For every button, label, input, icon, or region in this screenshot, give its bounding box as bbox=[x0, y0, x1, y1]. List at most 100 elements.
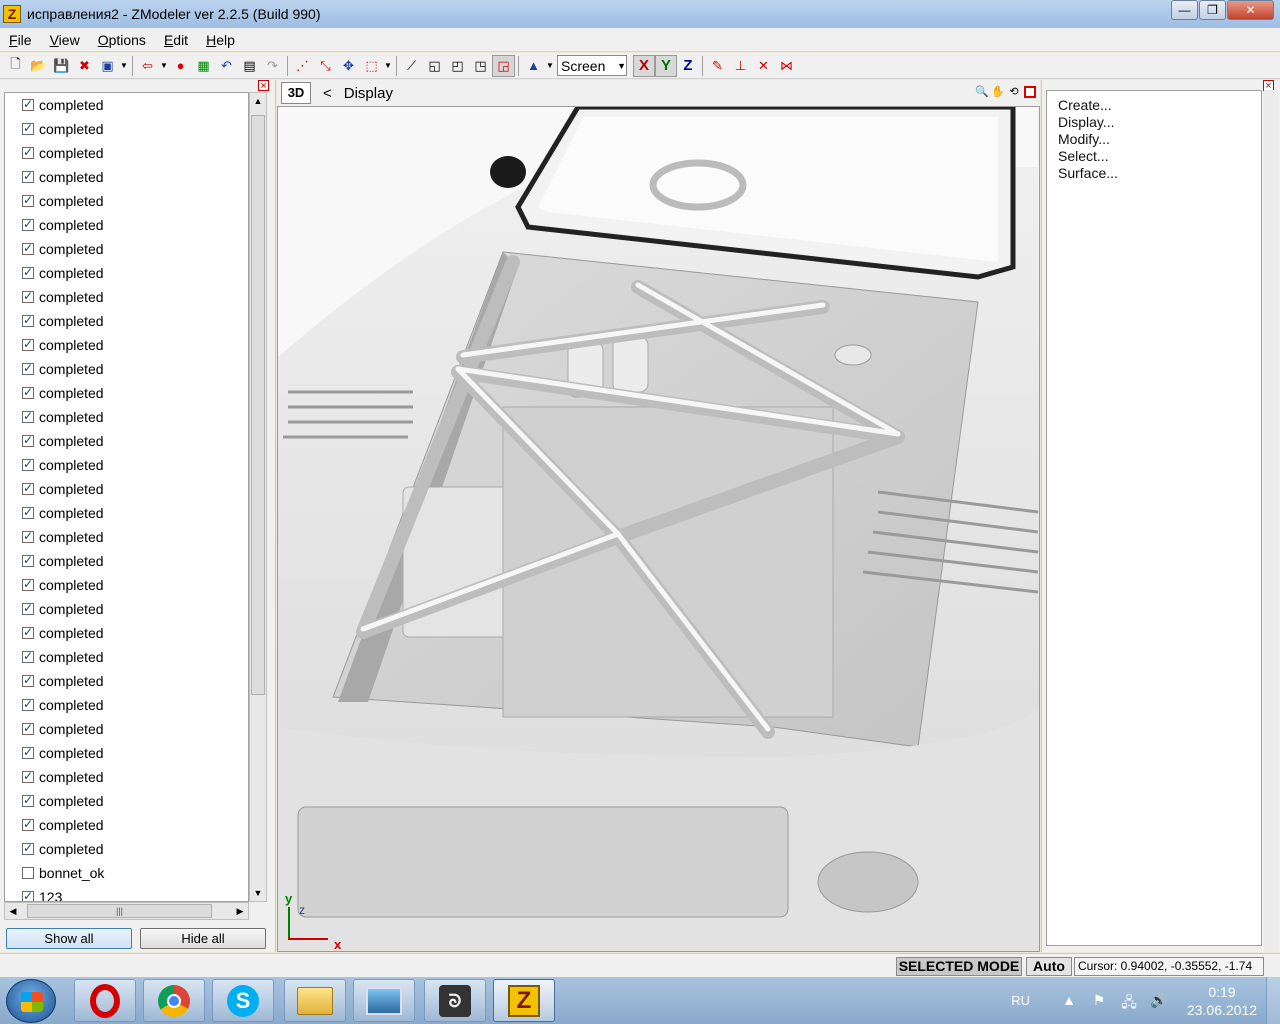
rotate-view-icon[interactable]: ⟲ bbox=[1006, 84, 1022, 100]
list-item[interactable]: completed bbox=[5, 429, 248, 453]
list-item[interactable]: completed bbox=[5, 213, 248, 237]
group-mode-icon[interactable]: ◳ bbox=[469, 55, 492, 77]
scroll-up-icon[interactable]: ▲ bbox=[250, 93, 266, 109]
list-item[interactable]: completed bbox=[5, 765, 248, 789]
delete-icon[interactable]: ✖ bbox=[73, 55, 96, 77]
command-select[interactable]: Select... bbox=[1047, 148, 1261, 165]
close-panel-icon[interactable]: × bbox=[258, 80, 269, 92]
command-display[interactable]: Display... bbox=[1047, 114, 1261, 131]
maximize-viewport-icon[interactable] bbox=[1024, 86, 1036, 98]
snap-icon[interactable]: ✎ bbox=[706, 55, 729, 77]
list-item[interactable]: completed bbox=[5, 309, 248, 333]
axis-z-toggle[interactable]: Z bbox=[677, 55, 699, 77]
menu-view[interactable]: View bbox=[41, 32, 89, 48]
axis-x-toggle[interactable]: X bbox=[633, 54, 655, 77]
visibility-checkbox[interactable] bbox=[22, 289, 34, 303]
list-item[interactable]: completed bbox=[5, 477, 248, 501]
chrome-icon[interactable] bbox=[143, 979, 205, 1022]
visibility-checkbox[interactable] bbox=[22, 361, 34, 375]
viewport-mode-label[interactable]: 3D bbox=[281, 82, 311, 104]
language-indicator[interactable]: RU bbox=[1011, 993, 1030, 1008]
opera-icon[interactable] bbox=[74, 979, 136, 1022]
list-item[interactable]: completed bbox=[5, 189, 248, 213]
viewport-nav-arrow[interactable]: < bbox=[323, 85, 332, 102]
visibility-checkbox[interactable] bbox=[22, 121, 34, 135]
3dsmax-icon[interactable]: ᘐ bbox=[424, 979, 486, 1022]
list-item[interactable]: completed bbox=[5, 837, 248, 861]
render-icon[interactable]: ● bbox=[169, 55, 192, 77]
texture-icon[interactable]: ▦ bbox=[192, 55, 215, 77]
3d-viewport[interactable]: y z x bbox=[277, 106, 1040, 952]
clock[interactable]: 0:19 23.06.2012 bbox=[1178, 983, 1266, 1019]
list-item[interactable]: completed bbox=[5, 333, 248, 357]
select-vertex-icon[interactable]: ⋰ bbox=[291, 55, 314, 77]
object-list-vertical-scrollbar[interactable]: ▲ ▼ bbox=[249, 92, 267, 902]
network-icon[interactable]: 🖧 bbox=[1118, 992, 1140, 1010]
close-button[interactable]: ✕ bbox=[1227, 0, 1274, 20]
list-item[interactable]: completed bbox=[5, 525, 248, 549]
list-item[interactable]: bonnet_ok bbox=[5, 861, 248, 885]
visibility-checkbox[interactable] bbox=[22, 97, 34, 111]
axis-gizmo-icon[interactable]: ⊥ bbox=[729, 55, 752, 77]
scroll-right-icon[interactable]: ▶ bbox=[232, 903, 248, 919]
list-item[interactable]: completed bbox=[5, 813, 248, 837]
chevron-down-icon[interactable]: ▼ bbox=[545, 61, 555, 70]
list-item[interactable]: completed bbox=[5, 501, 248, 525]
scroll-left-icon[interactable]: ◀ bbox=[5, 903, 21, 919]
list-item[interactable]: completed bbox=[5, 669, 248, 693]
minimize-button[interactable]: — bbox=[1171, 0, 1198, 20]
vertex-mode-icon[interactable]: ⟋ bbox=[400, 55, 423, 77]
list-item[interactable]: completed bbox=[5, 789, 248, 813]
selected-mode-indicator[interactable]: SELECTED MODE bbox=[896, 957, 1022, 976]
visibility-checkbox[interactable] bbox=[22, 889, 34, 901]
visibility-checkbox[interactable] bbox=[22, 601, 34, 615]
list-item[interactable]: completed bbox=[5, 645, 248, 669]
visibility-checkbox[interactable] bbox=[22, 265, 34, 279]
list-item[interactable]: completed bbox=[5, 141, 248, 165]
undo-icon[interactable]: ↶ bbox=[215, 55, 238, 77]
zmodeler-app-icon[interactable]: Z bbox=[3, 5, 21, 23]
list-item[interactable]: completed bbox=[5, 741, 248, 765]
list-item[interactable]: completed bbox=[5, 549, 248, 573]
list-item[interactable]: completed bbox=[5, 573, 248, 597]
scale-axis-icon[interactable]: ⋈ bbox=[775, 55, 798, 77]
visibility-checkbox[interactable] bbox=[22, 673, 34, 687]
list-item[interactable]: completed bbox=[5, 405, 248, 429]
visibility-checkbox[interactable] bbox=[22, 769, 34, 783]
notes-icon[interactable]: ▤ bbox=[238, 55, 261, 77]
object-list-horizontal-scrollbar[interactable]: ◀ ||| ▶ bbox=[4, 902, 249, 920]
list-item[interactable]: completed bbox=[5, 693, 248, 717]
chevron-down-icon[interactable]: ▼ bbox=[383, 61, 393, 70]
face-mode-icon[interactable]: ◱ bbox=[423, 55, 446, 77]
save-icon[interactable]: 💾 bbox=[50, 55, 73, 77]
move-icon[interactable]: ✥ bbox=[337, 55, 360, 77]
visibility-checkbox[interactable] bbox=[22, 867, 34, 879]
pan-hand-icon[interactable]: ✋ bbox=[990, 84, 1006, 100]
new-file-icon[interactable]: 🗋 bbox=[4, 55, 27, 77]
list-item[interactable]: completed bbox=[5, 93, 248, 117]
visibility-checkbox[interactable] bbox=[22, 169, 34, 183]
image-viewer-icon[interactable] bbox=[353, 979, 415, 1022]
visibility-checkbox[interactable] bbox=[22, 529, 34, 543]
explorer-icon[interactable] bbox=[284, 979, 346, 1022]
visibility-checkbox[interactable] bbox=[22, 193, 34, 207]
view-space-select[interactable]: Screen ▼ bbox=[557, 55, 627, 76]
hide-all-button[interactable]: Hide all bbox=[140, 928, 266, 949]
redo-icon[interactable]: ↷ bbox=[261, 55, 284, 77]
tray-expand-icon[interactable]: ▲ bbox=[1058, 992, 1080, 1010]
list-item[interactable]: completed bbox=[5, 597, 248, 621]
visibility-checkbox[interactable] bbox=[22, 313, 34, 327]
visibility-checkbox[interactable] bbox=[22, 697, 34, 711]
visibility-checkbox[interactable] bbox=[22, 505, 34, 519]
list-item[interactable]: completed bbox=[5, 453, 248, 477]
show-desktop-button[interactable] bbox=[1266, 977, 1280, 1024]
visibility-checkbox[interactable] bbox=[22, 577, 34, 591]
visibility-checkbox[interactable] bbox=[22, 817, 34, 831]
menu-file[interactable]: File bbox=[0, 32, 41, 48]
action-center-flag-icon[interactable]: ⚑ bbox=[1088, 992, 1110, 1010]
visibility-checkbox[interactable] bbox=[22, 649, 34, 663]
scrollbar-thumb[interactable] bbox=[251, 115, 265, 695]
list-item[interactable]: completed bbox=[5, 357, 248, 381]
scroll-down-icon[interactable]: ▼ bbox=[250, 885, 266, 901]
visibility-checkbox[interactable] bbox=[22, 553, 34, 567]
